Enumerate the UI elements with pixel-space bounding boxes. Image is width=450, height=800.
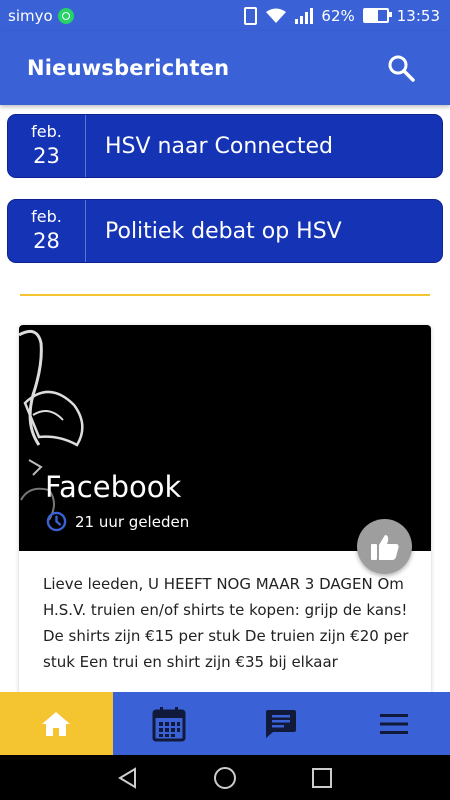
status-icons: 62% 13:53: [244, 6, 440, 25]
bottom-navigation: [0, 692, 450, 755]
tab-home[interactable]: [0, 692, 113, 755]
recents-icon[interactable]: [311, 767, 333, 789]
post-time: 21 uur geleden: [46, 511, 189, 532]
chat-icon: [266, 709, 297, 738]
vibrate-icon: [244, 6, 258, 25]
battery-fill: [364, 10, 379, 21]
news-title: Politiek debat op HSV: [105, 218, 342, 244]
news-month: feb.: [31, 122, 62, 141]
menu-icon: [379, 713, 408, 734]
calendar-icon: [152, 706, 186, 741]
post-body: Lieve leeden, U HEEFT NOG MAAR 3 DAGEN O…: [43, 575, 409, 671]
search-icon[interactable]: [386, 53, 416, 83]
home-circle-icon[interactable]: [213, 766, 237, 790]
tab-menu[interactable]: [338, 692, 450, 755]
home-icon: [42, 711, 71, 736]
facebook-post-card[interactable]: Facebook 21 uur geleden Lieve leeden, U …: [19, 325, 431, 705]
post-source: Facebook: [45, 470, 182, 504]
news-month: feb.: [31, 207, 62, 226]
thumbs-up-icon: [370, 534, 399, 560]
post-banner: Facebook 21 uur geleden: [19, 325, 431, 551]
post-time-label: 21 uur geleden: [75, 512, 190, 531]
news-title: HSV naar Connected: [105, 133, 333, 159]
battery-icon: [362, 8, 392, 23]
tab-calendar[interactable]: [113, 692, 226, 755]
like-button[interactable]: [357, 519, 412, 574]
signal-icon: [295, 7, 314, 24]
news-day: 28: [33, 229, 60, 253]
battery-percent: 62%: [321, 6, 355, 25]
clock-icon: [46, 511, 67, 532]
status-bar: simyo 62% 13:53: [0, 0, 450, 31]
system-navigation-bar: [0, 755, 450, 800]
news-day: 23: [33, 144, 60, 168]
section-divider: [20, 294, 430, 296]
news-item[interactable]: feb. 28 Politiek debat op HSV: [7, 199, 443, 263]
carrier-label: simyo: [8, 6, 53, 25]
wifi-icon: [265, 8, 287, 24]
news-item[interactable]: feb. 23 HSV naar Connected: [7, 114, 443, 178]
page-title: Nieuwsberichten: [27, 56, 230, 80]
whatsapp-icon: [57, 7, 74, 24]
clock-time: 13:53: [396, 6, 440, 25]
back-icon[interactable]: [117, 766, 139, 789]
news-date: feb. 23: [8, 115, 86, 177]
news-date: feb. 28: [8, 200, 86, 262]
tab-messages[interactable]: [225, 692, 338, 755]
app-bar: Nieuwsberichten: [0, 31, 450, 105]
